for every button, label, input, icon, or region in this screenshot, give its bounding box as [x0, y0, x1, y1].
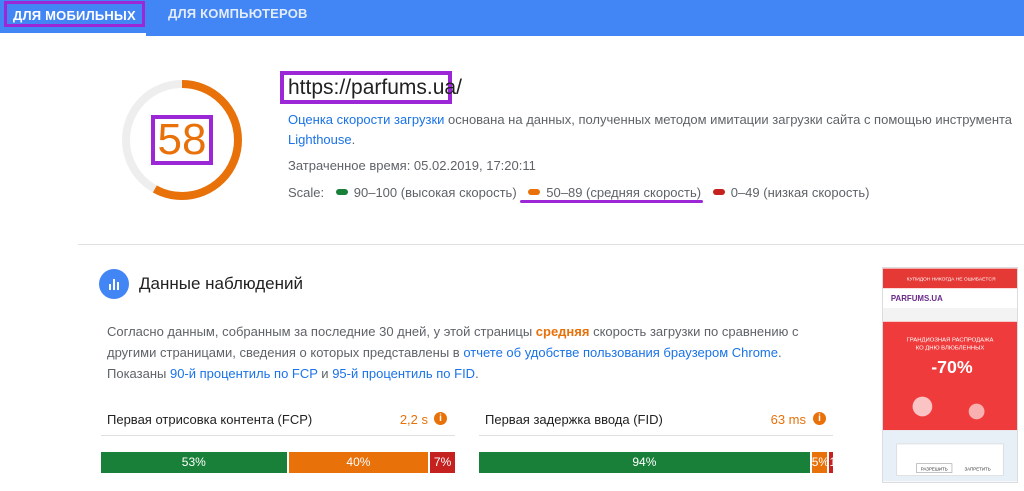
slow-pill-icon [712, 189, 725, 195]
page-screenshot-thumbnail: КУПИДОН НИКОГДА НЕ ОШИБАЕТСЯ PARFUMS.UA … [882, 267, 1018, 483]
fcp-metric-name: Первая отрисовка контента (FCP) [107, 412, 313, 427]
page-url: https://parfums.ua/ [288, 76, 462, 99]
field-text-4: Показаны [107, 366, 170, 381]
elapsed-time: Затраченное время: 05.02.2019, 17:20:11 [288, 158, 536, 173]
desc-text: основана на данных, полученных методом и… [444, 112, 1013, 127]
tab-mobile-label: ДЛЯ МОБИЛЬНЫХ [4, 1, 145, 27]
fcp-slow-segment: 7% [430, 452, 455, 473]
thumb-logo: PARFUMS.UA [891, 294, 943, 303]
section-divider [78, 244, 1024, 245]
thumb-deny: ЗАПРЕТИТЬ [965, 467, 991, 472]
scale-slow: 0–49 (низкая скорость) [730, 185, 870, 200]
scale-label: Scale: [288, 185, 325, 200]
tab-desktop[interactable]: ДЛЯ КОМПЬЮТЕРОВ [168, 0, 308, 36]
fid-metric-value: 63 ms [770, 412, 806, 427]
tab-mobile[interactable]: ДЛЯ МОБИЛЬНЫХ [0, 0, 146, 36]
field-text-5: и [317, 366, 333, 381]
thumb-discount: -70% [931, 357, 973, 377]
fid-percentile-link[interactable]: 95-й процентиль по FID [332, 366, 475, 381]
score-scale: Scale: 90–100 (высокая скорость) 50–89 (… [288, 185, 869, 200]
fid-average-segment: 5% [811, 452, 830, 473]
fast-pill-icon [335, 189, 348, 195]
thumb-allow: РАЗРЕШИТЬ [921, 467, 948, 472]
fid-divider [479, 435, 833, 436]
field-text-1: Согласно данным, собранным за последние … [107, 324, 536, 339]
scale-highlight-underline [520, 200, 703, 203]
fid-distribution-bar: 94% 5% 1% [479, 452, 847, 473]
crux-report-link[interactable]: отчете об удобстве пользования браузером… [463, 345, 778, 360]
scale-average: 50–89 (средняя скорость) [546, 185, 702, 200]
fid-metric-name: Первая задержка ввода (FID) [485, 412, 663, 427]
thumb-banner: КУПИДОН НИКОГДА НЕ ОШИБАЕТСЯ [907, 276, 996, 282]
field-data-description: Согласно данным, собранным за последние … [107, 321, 807, 384]
fcp-distribution-bar: 53% 40% 7% [101, 452, 455, 473]
performance-score: 58 [157, 115, 207, 164]
fid-fast-segment: 94% [479, 452, 812, 473]
fcp-average-segment: 40% [288, 452, 431, 473]
scale-fast: 90–100 (высокая скорость) [353, 185, 517, 200]
speed-score-link[interactable]: Оценка скорости загрузки [288, 112, 444, 127]
field-text-6: . [475, 366, 479, 381]
top-tab-bar: ДЛЯ МОБИЛЬНЫХ ДЛЯ КОМПЬЮТЕРОВ [0, 0, 1024, 36]
fid-info-icon[interactable]: i [813, 412, 826, 425]
fcp-metric-value: 2,2 s [399, 412, 428, 427]
active-tab-indicator [0, 33, 146, 36]
desc-end: . [351, 132, 356, 147]
tab-desktop-label: ДЛЯ КОМПЬЮТЕРОВ [168, 6, 308, 21]
fcp-percentile-link[interactable]: 90-й процентиль по FCP [170, 366, 318, 381]
fcp-divider [101, 435, 455, 436]
field-speed-average: средняя [535, 324, 590, 339]
fcp-fast-segment: 53% [101, 452, 289, 473]
thumb-promo-1: ГРАНДИОЗНАЯ РАСПРОДАЖА [907, 338, 994, 344]
bar-chart-icon [99, 269, 129, 299]
field-text-3: . [777, 345, 782, 360]
field-data-title: Данные наблюдений [139, 274, 304, 293]
fcp-info-icon[interactable]: i [434, 412, 447, 425]
fid-slow-segment: 1% [829, 452, 847, 473]
thumb-promo-2: КО ДНЮ ВЛЮБЛЕННЫХ [916, 345, 985, 351]
score-description: Оценка скорости загрузки основана на дан… [288, 110, 1018, 150]
average-pill-icon [528, 189, 541, 195]
lighthouse-link[interactable]: Lighthouse [288, 132, 352, 147]
